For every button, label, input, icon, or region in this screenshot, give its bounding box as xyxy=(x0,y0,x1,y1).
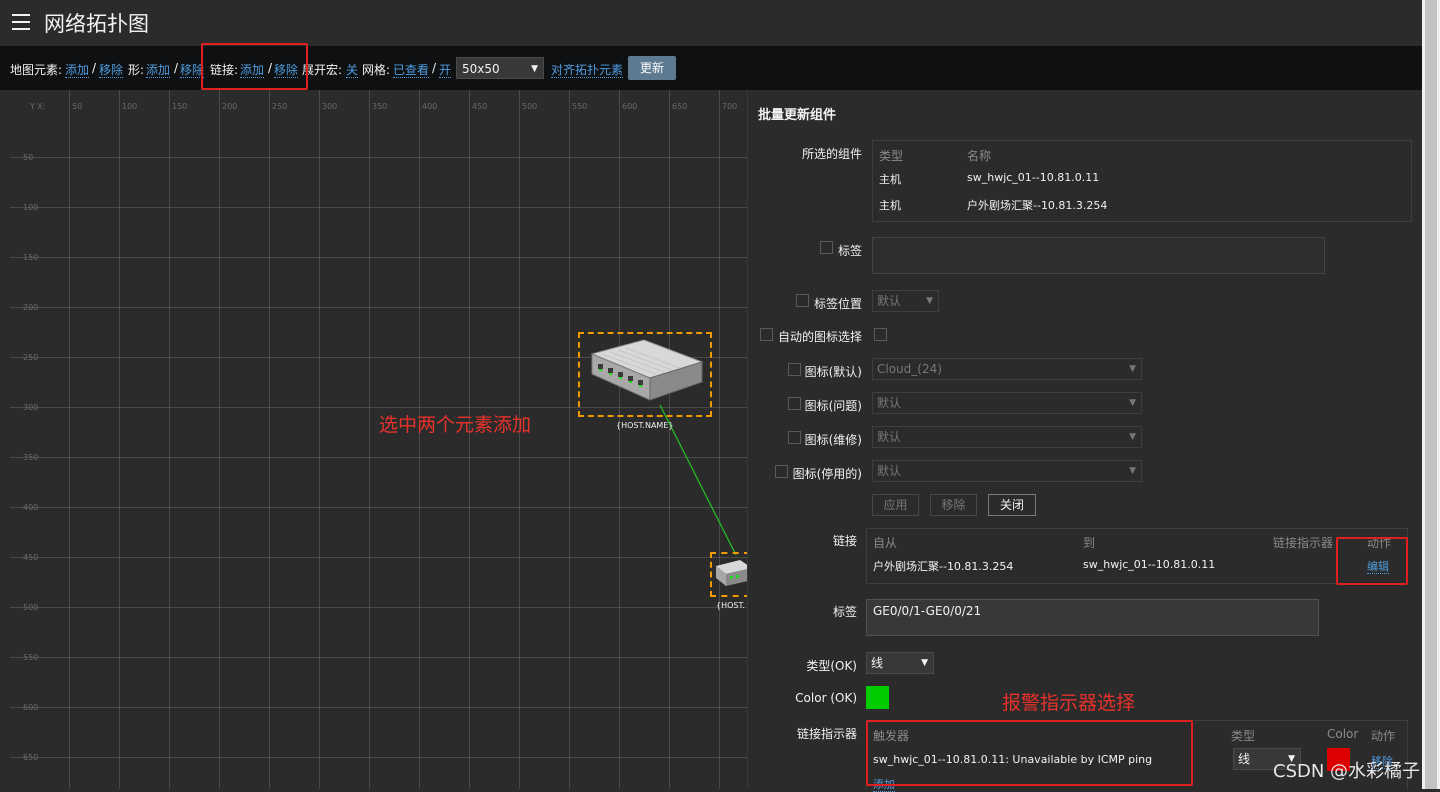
table-cell: sw_hwjc_01--10.81.0.11 xyxy=(967,171,1100,184)
icon-problem-select[interactable]: 默认 ▼ xyxy=(872,392,1142,414)
link-indicators-label: 链接指示器 xyxy=(796,727,857,741)
host-element-selected-2[interactable] xyxy=(710,552,752,597)
selected-elements-table: 类型 名称 主机 sw_hwjc_01--10.81.0.11 主机 户外剧场汇… xyxy=(872,140,1412,222)
type-ok-label: 类型(OK) xyxy=(806,659,857,673)
auto-icon-value-checkbox[interactable] xyxy=(874,328,887,341)
table-cell: 户外剧场汇聚--10.81.3.254 xyxy=(967,199,1108,212)
map-elements-label: 地图元素: xyxy=(10,63,63,77)
update-button[interactable]: 更新 xyxy=(628,56,676,80)
link-label-textarea[interactable]: GE0/0/1-GE0/0/21 xyxy=(866,599,1319,636)
color-ok-label: Color (OK) xyxy=(795,691,857,705)
icon-maintenance-checkbox[interactable] xyxy=(788,431,801,444)
icon-maintenance-select[interactable]: 默认 ▼ xyxy=(872,426,1142,448)
annotation-select-two: 选中两个元素添加 xyxy=(379,414,532,436)
link-label-label: 标签 xyxy=(832,605,857,619)
map-canvas[interactable]: Y X: 50 100 150 200 250 300 350 400 450 500 550 600… xyxy=(10,90,752,789)
icon-problem-checkbox[interactable] xyxy=(788,397,801,410)
label-location-checkbox[interactable] xyxy=(796,294,809,307)
grid-size-select[interactable]: 50x50 ▼ xyxy=(456,57,544,79)
apply-button[interactable]: 应用 xyxy=(872,494,919,516)
icon-maintenance-label: 图标(维修) xyxy=(804,433,862,447)
chevron-down-icon: ▼ xyxy=(1129,466,1136,476)
close-button[interactable]: 关闭 xyxy=(988,494,1036,516)
host-element-selected[interactable] xyxy=(578,332,712,417)
remove-button[interactable]: 移除 xyxy=(930,494,977,516)
auto-icon-checkbox[interactable] xyxy=(760,328,773,341)
highlight-links-box xyxy=(201,43,308,90)
icon-disabled-label: 图标(停用的) xyxy=(792,467,862,481)
icon-disabled-checkbox[interactable] xyxy=(775,465,788,478)
icon-default-label: 图标(默认) xyxy=(804,365,862,379)
add-shape-link[interactable]: 添加 xyxy=(146,63,171,78)
add-element-link[interactable]: 添加 xyxy=(65,63,90,78)
hamburger-menu-icon[interactable] xyxy=(12,14,30,30)
chevron-down-icon: ▼ xyxy=(921,658,928,668)
links-section-label: 链接 xyxy=(832,534,857,548)
color-ok-swatch[interactable] xyxy=(866,686,889,709)
icon-default-select[interactable]: Cloud_(24) ▼ xyxy=(872,358,1142,380)
shapes-label: 形: xyxy=(128,63,145,77)
highlight-indicator-box xyxy=(866,720,1193,786)
grid-on-toggle[interactable]: 开 xyxy=(439,63,452,78)
icon-disabled-select[interactable]: 默认 ▼ xyxy=(872,460,1142,482)
watermark: CSDN @水彩橘子 xyxy=(1273,761,1421,782)
label-textarea[interactable] xyxy=(872,237,1325,274)
auto-icon-label: 自动的图标选择 xyxy=(777,330,862,344)
link-line[interactable] xyxy=(10,90,750,789)
network-switch-icon xyxy=(716,560,752,586)
chevron-down-icon: ▼ xyxy=(926,296,933,306)
table-cell: 主机 xyxy=(879,199,901,212)
expand-macros-label: 展开宏: xyxy=(302,63,343,77)
chevron-down-icon: ▼ xyxy=(1129,364,1136,374)
host-name-label: {HOST.NAME} xyxy=(616,421,674,430)
remove-element-link[interactable]: 移除 xyxy=(99,63,124,78)
table-cell: sw_hwjc_01--10.81.0.11 xyxy=(1083,558,1216,571)
panel-title: 批量更新组件 xyxy=(758,108,837,123)
annotation-indicator: 报警指示器选择 xyxy=(1002,692,1136,714)
grid-label: 网格: xyxy=(362,63,391,77)
label-location-select[interactable]: 默认 ▼ xyxy=(872,290,939,312)
table-cell: 主机 xyxy=(879,173,901,186)
align-elements-link[interactable]: 对齐拓扑元素 xyxy=(551,63,624,78)
host-name-label-2: {HOST. xyxy=(716,601,745,610)
type-ok-select[interactable]: 线 ▼ xyxy=(866,652,934,674)
label-location-label: 标签位置 xyxy=(813,297,862,311)
chevron-down-icon: ▼ xyxy=(531,64,538,74)
label-checkbox[interactable] xyxy=(820,241,833,254)
mass-update-panel: 批量更新组件 所选的组件 类型 名称 主机 sw_hwjc_01--10.81.… xyxy=(747,90,1423,792)
top-bar: 网络拓扑图 xyxy=(0,0,1440,46)
grid-shown-toggle[interactable]: 已查看 xyxy=(393,63,430,78)
selected-elements-label: 所选的组件 xyxy=(801,147,862,161)
icon-problem-label: 图标(问题) xyxy=(804,399,862,413)
page-title: 网络拓扑图 xyxy=(44,12,149,36)
network-switch-icon xyxy=(590,339,704,401)
links-table: 自从 到 链接指示器 动作 户外剧场汇聚--10.81.3.254 sw_hwj… xyxy=(866,528,1408,584)
scrollbar-thumb[interactable] xyxy=(1425,0,1437,789)
table-cell: 户外剧场汇聚--10.81.3.254 xyxy=(873,560,1014,573)
label-field-label: 标签 xyxy=(837,244,862,258)
icon-default-checkbox[interactable] xyxy=(788,363,801,376)
chevron-down-icon: ▼ xyxy=(1129,398,1136,408)
expand-macros-toggle[interactable]: 关 xyxy=(346,63,359,78)
highlight-edit-box xyxy=(1336,537,1408,585)
chevron-down-icon: ▼ xyxy=(1129,432,1136,442)
